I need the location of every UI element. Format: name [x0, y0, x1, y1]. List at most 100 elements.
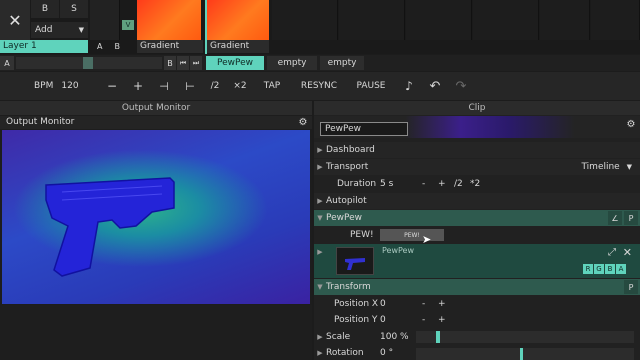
duration-row: Duration 5 s - + /2 *2	[337, 179, 481, 189]
duration-double[interactable]: *2	[470, 179, 480, 189]
autopilot-section[interactable]: ▶ Autopilot	[314, 193, 640, 209]
skip-back-icon: ⏮	[179, 58, 187, 67]
position-x-minus[interactable]: -	[422, 299, 425, 309]
position-y-value[interactable]: 0	[380, 315, 386, 325]
effect-edit-button[interactable]: ∠	[608, 211, 622, 225]
effect-p-button[interactable]: P	[624, 211, 638, 225]
clip-slot[interactable]	[272, 0, 338, 40]
caret-right-icon: ▶	[317, 163, 323, 171]
deck-b-button[interactable]: B	[164, 56, 176, 70]
duration-half[interactable]: /2	[454, 179, 463, 189]
position-x-plus[interactable]: +	[438, 299, 446, 309]
deck-tab-empty-1[interactable]: empty	[267, 56, 317, 70]
pause-button[interactable]: PAUSE	[350, 76, 392, 96]
dashboard-section[interactable]: ▶ Dashboard	[314, 142, 640, 158]
pew-row: PEW! PEW! ➤	[314, 227, 640, 246]
pistol-image	[45, 177, 175, 277]
deck-a-button[interactable]: A	[0, 56, 14, 70]
caret-right-icon: ▶	[317, 248, 323, 256]
position-y-row: Position Y 0 - +	[334, 315, 446, 325]
bpm-decrease-button[interactable]: −	[100, 76, 124, 96]
output-monitor-panel: Output Monitor Output Monitor ⚙	[0, 101, 312, 360]
clip-name-input[interactable]: PewPew	[320, 122, 408, 136]
position-y-minus[interactable]: -	[422, 315, 425, 325]
channel-r-toggle[interactable]: R	[583, 264, 593, 274]
transform-p-button[interactable]: P	[624, 280, 638, 294]
scale-slider-handle[interactable]	[436, 331, 440, 343]
output-preview	[2, 130, 310, 304]
gear-icon: ⚙	[626, 118, 636, 130]
nudge-forward-button[interactable]: ⊢	[178, 76, 202, 96]
gear-icon: ⚙	[298, 117, 308, 128]
clip-settings-button[interactable]: ⚙	[624, 117, 638, 131]
layer-b-button[interactable]: B	[31, 0, 59, 18]
clip-thumbnail-gradient-2[interactable]	[207, 0, 269, 40]
metronome-button[interactable]: ♪	[398, 76, 420, 96]
clip-slot-empty[interactable]	[90, 0, 120, 40]
resync-button[interactable]: RESYNC	[294, 76, 344, 96]
clip-thumbnail-gradient-1[interactable]	[137, 0, 201, 40]
pew-trigger-button[interactable]: PEW!	[380, 229, 444, 241]
layer-name[interactable]: Layer 1	[0, 40, 88, 53]
source-thumbnail[interactable]	[336, 247, 374, 275]
clip-slot[interactable]	[473, 0, 539, 40]
nudge-back-button[interactable]: ⊣	[152, 76, 176, 96]
layer-s-button[interactable]: S	[60, 0, 88, 18]
transport-mode-dropdown[interactable]: Timeline ▼	[581, 162, 632, 172]
scale-value[interactable]: 100 %	[380, 332, 409, 342]
nudge-forward-icon: ⊢	[185, 79, 195, 93]
redo-button[interactable]: ↷	[450, 76, 472, 96]
position-x-row: Position X 0 - +	[334, 299, 446, 309]
clip-grid: ✕ B S Add ▼ V Layer 1 AB Gradient Gradie…	[0, 0, 640, 54]
chevron-down-icon: ▼	[78, 26, 84, 34]
position-y-plus[interactable]: +	[438, 315, 446, 325]
clip-v-badge[interactable]: V	[122, 20, 134, 30]
duration-value[interactable]: 5 s	[380, 179, 393, 189]
caret-down-icon: ▼	[317, 283, 323, 291]
crossfader-track[interactable]	[16, 57, 162, 69]
rotation-slider-handle[interactable]	[520, 348, 523, 360]
scale-slider[interactable]	[416, 331, 634, 343]
expand-icon[interactable]: ⤢	[608, 247, 616, 258]
crossfader-handle[interactable]	[83, 57, 93, 69]
monitor-header: Output Monitor	[0, 116, 312, 129]
channel-g-toggle[interactable]: G	[594, 264, 604, 274]
transform-section[interactable]: ▼ Transform P	[314, 279, 640, 295]
rotation-value[interactable]: 0 °	[380, 348, 393, 358]
rotation-slider[interactable]	[416, 348, 634, 360]
close-icon: ✕	[8, 10, 22, 30]
caret-down-icon: ▼	[317, 214, 323, 222]
bpm-half-button[interactable]: /2	[204, 76, 226, 96]
channel-a-toggle[interactable]: A	[616, 264, 626, 274]
transport-section[interactable]: ▶ Transport Timeline ▼	[314, 159, 640, 175]
undo-button[interactable]: ↶	[424, 76, 446, 96]
deck-next-button[interactable]: ⏭	[190, 56, 202, 70]
clip-slot[interactable]	[591, 0, 640, 40]
channel-b-toggle[interactable]: B	[605, 264, 615, 274]
close-layer-button[interactable]: ✕	[0, 0, 30, 40]
bpm-increase-button[interactable]: +	[126, 76, 150, 96]
bpm-double-button[interactable]: ×2	[228, 76, 252, 96]
panel-title: Clip	[314, 101, 640, 115]
position-x-value[interactable]: 0	[380, 299, 386, 309]
clip-name-1[interactable]: Gradient	[137, 40, 203, 53]
clip-ab-1: AB	[97, 42, 120, 51]
settings-gear-button[interactable]: ⚙	[296, 116, 310, 129]
clip-slot[interactable]	[406, 0, 472, 40]
deck-prev-button[interactable]: ⏮	[177, 56, 189, 70]
redo-icon: ↷	[455, 78, 467, 94]
clip-slot[interactable]	[339, 0, 405, 40]
deck-tab-pewpew[interactable]: PewPew	[206, 56, 264, 70]
duration-minus[interactable]: -	[422, 179, 425, 189]
add-dropdown[interactable]: Add ▼	[31, 22, 88, 38]
tap-button[interactable]: TAP	[256, 76, 288, 96]
chevron-down-icon: ▼	[626, 163, 632, 171]
clip-name-2[interactable]: Gradient	[207, 40, 269, 53]
close-icon[interactable]: ✕	[623, 246, 632, 259]
duration-plus[interactable]: +	[438, 179, 446, 189]
clip-slot[interactable]	[540, 0, 590, 40]
caret-right-icon: ▶	[317, 349, 323, 357]
deck-tab-empty-2[interactable]: empty	[320, 56, 364, 70]
bpm-display[interactable]: BPM 120	[22, 76, 96, 96]
effect-header-pewpew[interactable]: ▼ PewPew ∠ P	[314, 210, 640, 226]
